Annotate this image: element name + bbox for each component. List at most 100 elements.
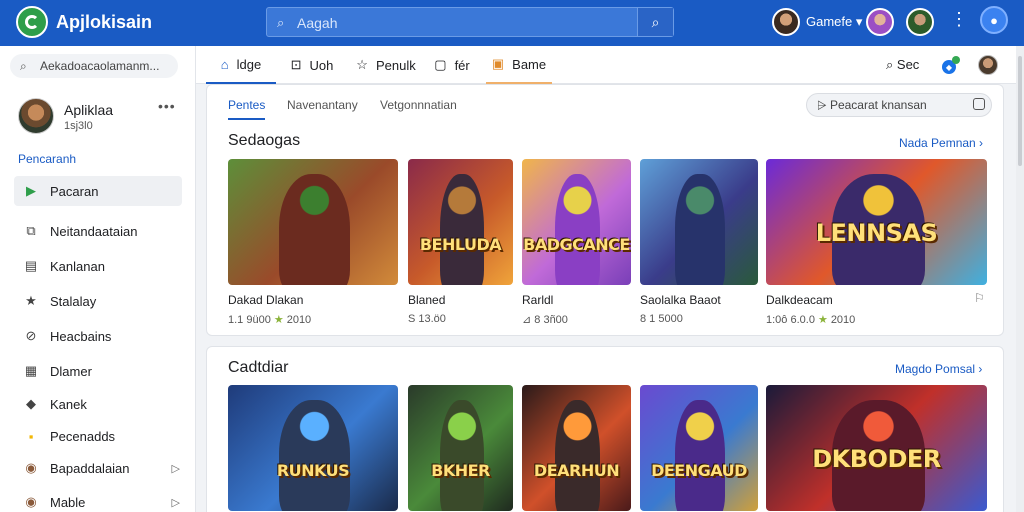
scrollbar-thumb[interactable] [1018,56,1022,166]
app-logo[interactable] [16,6,48,38]
tab-1[interactable]: ⊡ Uoh [284,46,340,84]
sidebar-item-5[interactable]: ▦ Dlamer [14,356,182,386]
sidebar-item-2[interactable]: ▤ Kanlanan [14,251,182,281]
game-title[interactable]: Rarldl [522,293,631,307]
avatar[interactable] [978,55,998,75]
profile-subtitle: 1sj3l0 [64,120,93,132]
avatar[interactable] [866,8,894,36]
game-thumbnail[interactable] [640,159,758,285]
game-thumbnail[interactable]: BADGCANCE [522,159,631,285]
more-icon[interactable]: ⋮ [950,10,968,28]
game-card[interactable]: BADGCANCE Rarldl ⊿ 8 3ñ00 [522,159,631,326]
section-title: Sedaogas [228,132,301,149]
sidebar: ⌕ Aekadoacaolamanm... Apliklaa 1sj3l0 ••… [0,46,196,512]
game-title[interactable]: Dakad Dlakan [228,293,398,307]
sidebar-item-1[interactable]: ⧉ Neitandaataian [14,216,182,246]
game-logo-text: DKBODER [812,445,941,473]
game-thumbnail[interactable]: LENNSAS [766,159,987,285]
game-card[interactable]: DEARHUN [522,385,631,511]
sidebar-item-label: Kanlanan [50,258,105,274]
game-meta: ⊿ 8 3ñ00 [522,313,631,326]
sidebar-item-3[interactable]: ★ Stalalay [14,286,182,316]
chevron-right-icon[interactable]: ▷ [172,462,180,475]
profile-button[interactable]: ● [980,6,1008,34]
game-meta: 1:0ô 6.0.0 ★ 2010 [766,313,987,326]
see-more-link[interactable]: Magdo Pomsal › [895,362,982,376]
search-box[interactable]: ⌕ ⌕ [266,7,674,37]
game-meta-primary: 1:0ô 6.0.0 [766,314,815,326]
star-outline-icon: ☆ [356,57,368,72]
game-logo-text: DEENGAUD [651,461,747,480]
tab-0[interactable]: ⌂ ldge [206,46,276,84]
game-thumbnail[interactable]: DKBODER [766,385,987,511]
sidebar-item-8[interactable]: ◉ Bapaddalaian ▷ [14,453,182,483]
avatar[interactable] [906,8,934,36]
tab-3[interactable]: ▢ fér [432,46,472,84]
avatar[interactable] [772,8,800,36]
game-card[interactable]: BEHLUDA Blaned S 13.ö0 [408,159,513,325]
tab-4[interactable]: ▣ Bame [486,46,552,84]
rating-star-icon: ★ [273,314,284,326]
game-meta-primary: ⊿ 8 3ñ00 [522,314,568,326]
search-input[interactable] [297,14,637,32]
tab-search[interactable]: ⌕ Sec [886,57,919,73]
sidebar-item-label: Pacaran [50,183,99,199]
sidebar-item-label: Neitandaataian [50,223,138,239]
game-thumbnail[interactable] [228,159,398,285]
bookmark-icon[interactable]: ⚐ [974,291,985,305]
character-icon: ◉ [25,460,37,475]
profile-name: Apliklaa [64,102,114,118]
see-more-link[interactable]: Nada Pemnan › [899,136,983,150]
game-thumbnail[interactable]: BEHLUDA [408,159,513,285]
sidebar-item-9[interactable]: ◉ Mable ▷ [14,487,182,512]
game-card[interactable]: Dakad Dlakan 1.1 9ü00 ★ 2010 [228,159,398,326]
game-thumbnail[interactable]: BKHER [408,385,513,511]
subtab-vetgonnnatian[interactable]: Vetgonnnatian [380,98,457,112]
sidebar-item-0[interactable]: ▶ Pacaran [14,176,182,206]
game-meta-primary: 8 1 5000 [640,313,683,325]
game-card[interactable]: DKBODER [766,385,987,511]
game-logo-text: RUNKUS [276,461,350,480]
tab-2[interactable]: ☆ Penulk [354,46,418,84]
user-icon: ● [990,12,998,28]
filter-toggle-icon[interactable] [973,98,985,110]
download-icon: ⊡ [290,57,302,72]
sidebar-item-label: Pecenadds [50,428,116,444]
ban-icon: ⊘ [25,328,37,343]
sidebar-item-7[interactable]: ▪ Pecenadds [14,421,182,451]
sidebar-item-6[interactable]: ◆ Kanek [14,389,182,419]
search-icon: ⌕ [886,57,894,72]
search-button[interactable]: ⌕ [637,8,673,36]
game-card[interactable]: DEENGAUD [640,385,758,511]
filter-input[interactable]: ⩥ Peacarat knansan [806,93,992,117]
sidebar-section-label: Pencaranh [18,152,77,166]
game-card[interactable]: LENNSAS Dalkdeacam 1:0ô 6.0.0 ★ 2010 [766,159,987,326]
game-logo-text: LENNSAS [815,219,938,247]
avatar[interactable] [18,98,54,134]
sidebar-item-label: Heacbains [50,328,112,344]
game-icon: ◆ [26,396,36,411]
subtab-pentes[interactable]: Pentes [228,98,266,120]
game-logo-text: BKHER [431,461,490,480]
game-logo-text: BADGCANCE [523,235,630,254]
sidebar-search[interactable]: ⌕ Aekadoacaolamanm... [10,54,178,78]
section-title: Cadtdiar [228,359,289,376]
game-card[interactable]: Saolalka Baaot 8 1 5000 [640,159,758,325]
character-art [279,174,351,285]
top-bar: Apjlokisain ⌕ ⌕ Gamefe ▾ ⋮ ● [0,0,1024,46]
search-icon: ⌕ [651,13,660,30]
game-thumbnail[interactable]: RUNKUS [228,385,398,511]
subtab-navenantany[interactable]: Navenantany [287,98,358,112]
user-menu[interactable]: Gamefe ▾ [806,14,862,30]
game-card[interactable]: BKHER [408,385,513,511]
game-card[interactable]: RUNKUS [228,385,398,511]
game-title[interactable]: Dalkdeacam [766,293,987,307]
game-thumbnail[interactable]: DEENGAUD [640,385,758,511]
chevron-right-icon[interactable]: ▷ [172,496,180,509]
more-icon[interactable]: ••• [158,98,176,114]
game-title[interactable]: Blaned [408,293,513,307]
game-thumbnail[interactable]: DEARHUN [522,385,631,511]
game-title[interactable]: Saolalka Baaot [640,293,758,307]
sidebar-item-4[interactable]: ⊘ Heacbains [14,321,182,351]
game-meta: 8 1 5000 [640,313,758,325]
